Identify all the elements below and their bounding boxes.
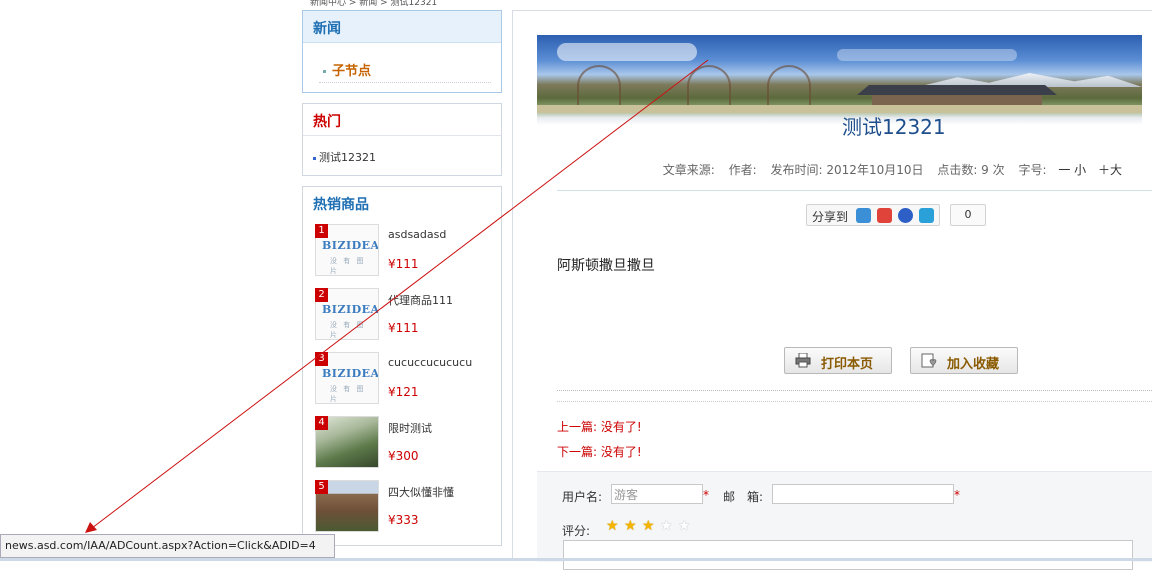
bestsellers-title: 热销商品 (313, 197, 369, 213)
divider (557, 190, 1152, 191)
share-bar: 分享到 (806, 204, 940, 226)
username-label: 用户名: (562, 490, 603, 504)
meta-font-size-label: 字号: (1018, 163, 1047, 177)
product-price: ¥111 (388, 321, 419, 335)
product-item[interactable]: BIZIDEA 没 有 图 片 3 cucuccucucucu ¥121 (315, 352, 495, 408)
news-node-label: 子节点 (332, 64, 372, 79)
hot-item-link[interactable]: 测试12321 (313, 149, 376, 165)
placeholder-text: 没 有 图 片 (330, 385, 366, 403)
article-title: 测试12321 (842, 115, 946, 139)
rating-star-icon[interactable]: ★ (678, 519, 691, 533)
hot-box-title: 热门 (313, 114, 341, 130)
mountain-shape (917, 73, 1142, 87)
ground-shape (537, 105, 1142, 113)
placeholder-text: 没 有 图 片 (330, 321, 366, 339)
next-article-link[interactable]: 下一篇: 没有了! (557, 443, 642, 460)
product-name[interactable]: 限时测试 (388, 420, 432, 436)
bullet-icon (323, 70, 326, 73)
font-smaller-button[interactable]: 一 小 (1058, 163, 1086, 177)
placeholder-text: 没 有 图 片 (330, 257, 366, 275)
rating-star-icon[interactable]: ★ (606, 519, 619, 533)
favorite-label: 加入收藏 (947, 357, 1000, 372)
product-price: ¥121 (388, 385, 419, 399)
print-button[interactable]: 打印本页 (784, 347, 892, 374)
roof-shape (857, 85, 1057, 95)
product-item[interactable]: 5 四大似懂非懂 ¥333 (315, 480, 495, 536)
news-box-title: 新闻 (313, 21, 341, 37)
font-larger-button[interactable]: ＋大 (1098, 163, 1122, 177)
rating-star-icon[interactable]: ★ (642, 519, 655, 533)
baidu-paw-icon[interactable] (898, 208, 913, 223)
product-price: ¥333 (388, 513, 419, 527)
share-count: 0 (950, 204, 986, 226)
placeholder-logo: BIZIDEA (322, 239, 379, 252)
product-item[interactable]: BIZIDEA 没 有 图 片 2 代理商品111 ¥111 (315, 288, 495, 344)
product-item[interactable]: BIZIDEA 没 有 图 片 1 asdsadasd ¥111 (315, 224, 495, 280)
cloud-shape (837, 49, 1017, 61)
favorite-button[interactable]: 加入收藏 (910, 347, 1018, 374)
email-label: 邮 箱: (723, 490, 764, 504)
share-label: 分享到 (812, 210, 849, 224)
product-price: ¥111 (388, 257, 419, 271)
required-mark: * (703, 488, 709, 502)
required-mark: * (954, 488, 960, 502)
divider (557, 401, 1152, 402)
status-bar-url: news.asd.com/IAA/ADCount.aspx?Action=Cli… (0, 534, 335, 558)
product-name[interactable]: 四大似懂非懂 (388, 484, 454, 500)
product-name[interactable]: asdsadasd (388, 228, 446, 241)
tree-shape (577, 65, 621, 107)
product-item[interactable]: 4 限时测试 ¥300 (315, 416, 495, 472)
rank-badge: 2 (315, 288, 328, 302)
rating-star-icon[interactable]: ★ (660, 519, 673, 533)
placeholder-logo: BIZIDEA (322, 303, 379, 316)
bookmark-heart-icon (921, 353, 937, 368)
divider (319, 82, 491, 83)
qzone-icon[interactable] (856, 208, 871, 223)
rank-badge: 3 (315, 352, 328, 366)
article-body: 阿斯顿撒旦撒旦 (557, 258, 655, 274)
bestsellers-box: 热销商品 BIZIDEA 没 有 图 片 1 asdsadasd ¥111 BI… (302, 186, 502, 546)
meta-source: 文章来源: (662, 163, 715, 177)
product-name[interactable]: 代理商品111 (388, 292, 453, 308)
meta-hits: 点击数: 9 次 (937, 163, 1005, 177)
comment-textarea[interactable] (563, 540, 1133, 570)
prev-article-link[interactable]: 上一篇: 没有了! (557, 418, 642, 435)
share-more-icon[interactable] (919, 208, 934, 223)
rating-label: 评分: (562, 524, 591, 538)
bullet-icon (313, 156, 316, 160)
print-label: 打印本页 (821, 357, 874, 372)
email-input[interactable] (772, 484, 954, 504)
hot-item-label: 测试12321 (319, 151, 376, 164)
tree-shape (767, 65, 811, 107)
news-node-link[interactable]: 子节点 (323, 60, 371, 79)
printer-icon (795, 353, 811, 368)
news-box: 新闻 子节点 (302, 10, 502, 93)
rank-badge: 5 (315, 480, 328, 494)
placeholder-logo: BIZIDEA (322, 367, 379, 380)
article-meta: 文章来源: 作者: 发布时间: 2012年10月10日 点击数: 9 次 字号:… (653, 161, 1122, 178)
meta-published: 发布时间: 2012年10月10日 (770, 163, 924, 177)
product-name[interactable]: cucuccucucucu (388, 356, 472, 369)
arrowhead-icon (85, 522, 97, 533)
cloud-shape (557, 43, 697, 61)
rank-badge: 1 (315, 224, 328, 238)
tree-shape (687, 65, 731, 107)
divider (557, 390, 1152, 391)
product-price: ¥300 (388, 449, 419, 463)
username-input[interactable] (611, 484, 703, 504)
weibo-icon[interactable] (877, 208, 892, 223)
rank-badge: 4 (315, 416, 328, 430)
meta-author: 作者: (728, 163, 757, 177)
rating-star-icon[interactable]: ★ (624, 519, 637, 533)
divider (303, 135, 501, 136)
hot-box: 热门 测试12321 (302, 103, 502, 176)
banner-image (537, 35, 1142, 125)
breadcrumb: 新闻中心 > 新闻 > 测试12321 (310, 0, 438, 6)
